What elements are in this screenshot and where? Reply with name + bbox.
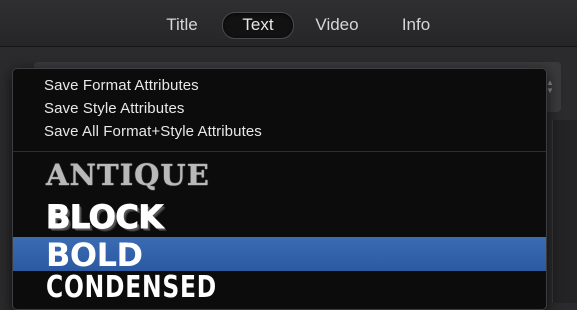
inspector-panel-edge [552, 120, 577, 303]
tab-title[interactable]: Title [156, 12, 208, 37]
menu-item-save-all-format-style-attributes[interactable]: Save All Format+Style Attributes [44, 121, 262, 143]
style-preset-label: BLOCK [46, 198, 164, 237]
tab-text[interactable]: Text [222, 12, 294, 39]
inspector-tab-bar: Title Text Video Info [0, 0, 577, 47]
style-preset-label: ANTIQUE [46, 158, 210, 192]
tab-video[interactable]: Video [306, 12, 368, 37]
style-preset-label: CONDENSED [46, 270, 217, 305]
style-preset-label: BOLD [46, 236, 143, 274]
menu-item-save-format-attributes[interactable]: Save Format Attributes [44, 75, 199, 97]
style-preset-condensed[interactable]: CONDENSED [13, 270, 546, 305]
menu-item-save-style-attributes[interactable]: Save Style Attributes [44, 98, 185, 120]
style-preset-block[interactable]: BLOCK [13, 198, 546, 237]
tab-info[interactable]: Info [390, 12, 442, 37]
style-preset-antique[interactable]: ANTIQUE [13, 158, 546, 192]
menu-separator [13, 151, 546, 152]
style-preset-bold[interactable]: BOLD [13, 236, 546, 274]
preset-dropdown-menu: Save Format Attributes Save Style Attrib… [12, 68, 547, 310]
